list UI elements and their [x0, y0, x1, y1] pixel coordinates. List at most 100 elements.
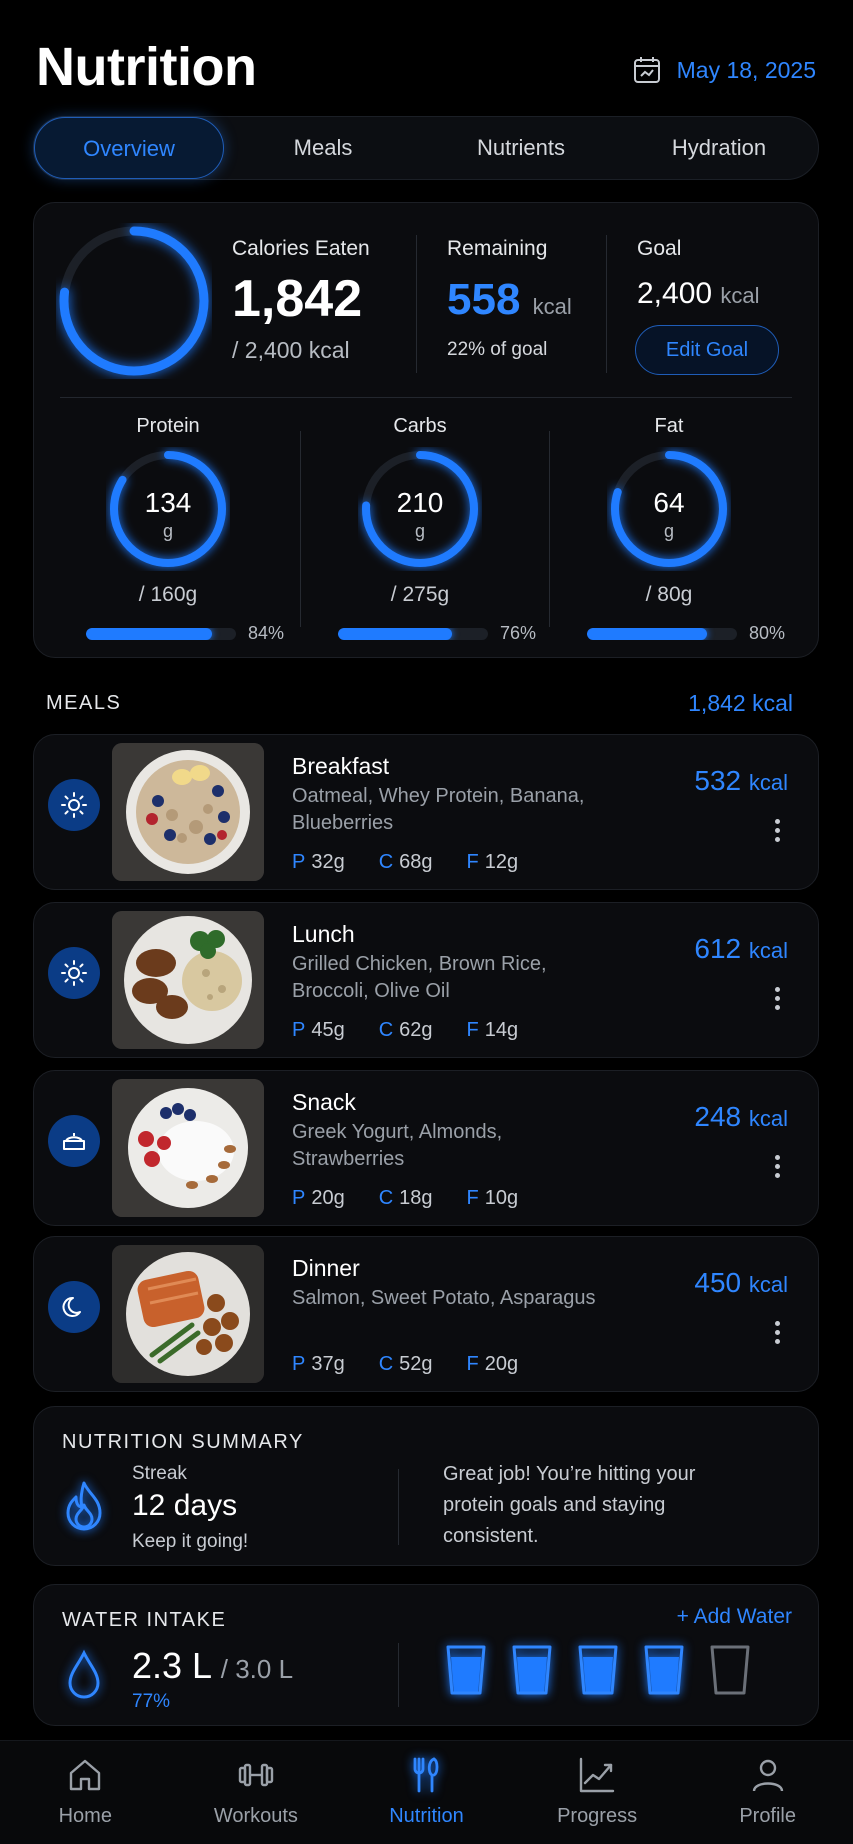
meal-name: Breakfast	[292, 753, 390, 779]
home-icon	[70, 1759, 101, 1791]
meal-fat: F 12g	[466, 851, 519, 873]
macro-title: Carbs	[393, 415, 447, 437]
water-title: WATER INTAKE	[62, 1609, 227, 1631]
meal-photo	[112, 743, 264, 881]
meal-macros: P 45g C 62g F 14g	[292, 1019, 552, 1042]
meal-carbs: C 62g	[378, 1019, 433, 1041]
tab-meals[interactable]: Meals	[224, 117, 422, 179]
water-cup-filled-icon	[446, 1645, 486, 1695]
meal-calories: 450 kcal	[694, 1267, 788, 1298]
meal-name: Dinner	[292, 1255, 360, 1281]
meal-photo	[112, 1245, 264, 1383]
nav-home[interactable]: Home	[0, 1741, 171, 1844]
profile-icon	[752, 1759, 783, 1792]
macro-fat: Fat 64 g / 80g 80%	[549, 415, 789, 643]
nav-progress[interactable]: Progress	[512, 1741, 683, 1844]
remaining-percent: 22% of goal	[447, 339, 548, 360]
nav-workouts[interactable]: Workouts	[171, 1741, 342, 1844]
tab-hydration[interactable]: Hydration	[620, 117, 818, 179]
nav-profile[interactable]: Profile	[682, 1741, 853, 1844]
meal-protein: P 45g	[292, 1019, 345, 1041]
tab-overview[interactable]: Overview	[34, 117, 224, 179]
streak-label: Streak	[132, 1463, 187, 1484]
meal-card-breakfast[interactable]: Breakfast Oatmeal, Whey Protein, Banana,…	[33, 734, 819, 890]
macro-carbs: Carbs 210 g / 275g 76%	[300, 415, 540, 643]
more-options-icon[interactable]	[772, 987, 782, 1017]
streak-subtext: Keep it going!	[132, 1531, 249, 1552]
meal-description: Salmon, Sweet Potato, Asparagus	[292, 1287, 596, 1309]
meal-photo	[112, 1079, 264, 1217]
calories-card: Calories Eaten 1,842 / 2,400 kcal Remain…	[33, 202, 819, 658]
add-water-button[interactable]: + Add Water	[677, 1605, 792, 1629]
calories-eaten-value: 1,842	[232, 270, 363, 328]
edit-goal-button[interactable]: Edit Goal	[635, 325, 779, 375]
water-intake-card: WATER INTAKE + Add Water 2.3 L / 3.0 L 7…	[33, 1584, 819, 1726]
calories-eaten-of: / 2,400 kcal	[232, 337, 350, 363]
dumbbell-icon	[238, 1763, 274, 1787]
macro-progress-bar	[338, 628, 488, 640]
water-cup-empty-icon	[710, 1645, 750, 1695]
water-cup-filled-icon	[578, 1645, 618, 1695]
divider	[606, 235, 607, 373]
macro-unit: g	[414, 521, 425, 541]
macro-percent: 76%	[500, 623, 537, 643]
goal-value: 2,400 kcal	[637, 277, 760, 310]
date-selector[interactable]: May 18, 2025	[631, 54, 816, 86]
divider	[60, 397, 792, 398]
macro-unit: g	[162, 521, 173, 541]
meal-macros: P 32g C 68g F 12g	[292, 851, 552, 874]
water-percent: 77%	[132, 1691, 171, 1712]
water-value: 2.3 L / 3.0 L	[132, 1645, 294, 1686]
moon-icon	[48, 1281, 100, 1333]
divider	[398, 1643, 399, 1707]
meal-fat: F 14g	[466, 1019, 519, 1041]
macro-value: 210	[396, 487, 444, 518]
macro-value: 134	[144, 487, 192, 518]
meal-card-lunch[interactable]: Lunch Grilled Chicken, Brown Rice, Brocc…	[33, 902, 819, 1058]
page-title: Nutrition	[36, 37, 257, 97]
macro-goal: / 80g	[645, 583, 693, 606]
macro-goal: / 275g	[390, 583, 450, 606]
goal-unit: kcal	[720, 283, 760, 308]
meals-header: MEALS 1,842 kcal	[46, 690, 793, 722]
meal-card-snack[interactable]: Snack Greek Yogurt, Almonds, Strawberrie…	[33, 1070, 819, 1226]
macro-percent: 84%	[248, 623, 285, 643]
tab-bar: Overview Meals Nutrients Hydration	[33, 116, 819, 180]
summary-title: NUTRITION SUMMARY	[62, 1431, 304, 1453]
more-options-icon[interactable]	[772, 1155, 782, 1185]
more-options-icon[interactable]	[772, 819, 782, 849]
nav-label: Workouts	[213, 1805, 298, 1827]
nav-nutrition[interactable]: Nutrition	[341, 1741, 512, 1844]
goal-label: Goal	[637, 237, 682, 260]
tab-nutrients[interactable]: Nutrients	[422, 117, 620, 179]
chart-icon	[579, 1757, 615, 1793]
meal-description: Grilled Chicken, Brown Rice, Broccoli, O…	[292, 953, 547, 1002]
water-goal: / 3.0 L	[220, 1654, 294, 1684]
divider	[398, 1469, 399, 1545]
meal-name: Lunch	[292, 921, 355, 947]
meal-calories: 532 kcal	[694, 765, 788, 796]
utensils-icon	[414, 1757, 439, 1793]
meal-photo	[112, 911, 264, 1049]
macro-goal: / 160g	[138, 583, 198, 606]
more-options-icon[interactable]	[772, 1321, 782, 1351]
bottom-nav: Home Workouts Nutrition Progress Profile	[0, 1740, 853, 1844]
nutrition-summary-card: NUTRITION SUMMARY Streak 12 days Keep it…	[33, 1406, 819, 1566]
meal-macros: P 37g C 52g F 20g	[292, 1353, 552, 1376]
goal-block: Goal 2,400 kcal	[637, 237, 760, 311]
macro-progress-bar	[587, 628, 737, 640]
macro-title: Protein	[136, 415, 200, 437]
header: Nutrition May 18, 2025	[36, 36, 816, 104]
nav-label: Home	[58, 1805, 112, 1827]
meal-calories: 612 kcal	[694, 933, 788, 964]
meal-carbs: C 18g	[378, 1187, 433, 1209]
meal-description: Oatmeal, Whey Protein, Banana, Blueberri…	[292, 785, 585, 834]
snack-icon	[48, 1115, 100, 1167]
meal-carbs: C 68g	[378, 851, 433, 873]
remaining-value: 558 kcal	[447, 275, 572, 324]
meal-macros: P 20g C 18g F 10g	[292, 1187, 552, 1210]
nav-label: Progress	[557, 1805, 638, 1827]
meal-description: Greek Yogurt, Almonds, Strawberries	[292, 1121, 503, 1170]
nav-label: Profile	[739, 1805, 797, 1827]
meal-card-dinner[interactable]: Dinner Salmon, Sweet Potato, Asparagus P…	[33, 1236, 819, 1392]
